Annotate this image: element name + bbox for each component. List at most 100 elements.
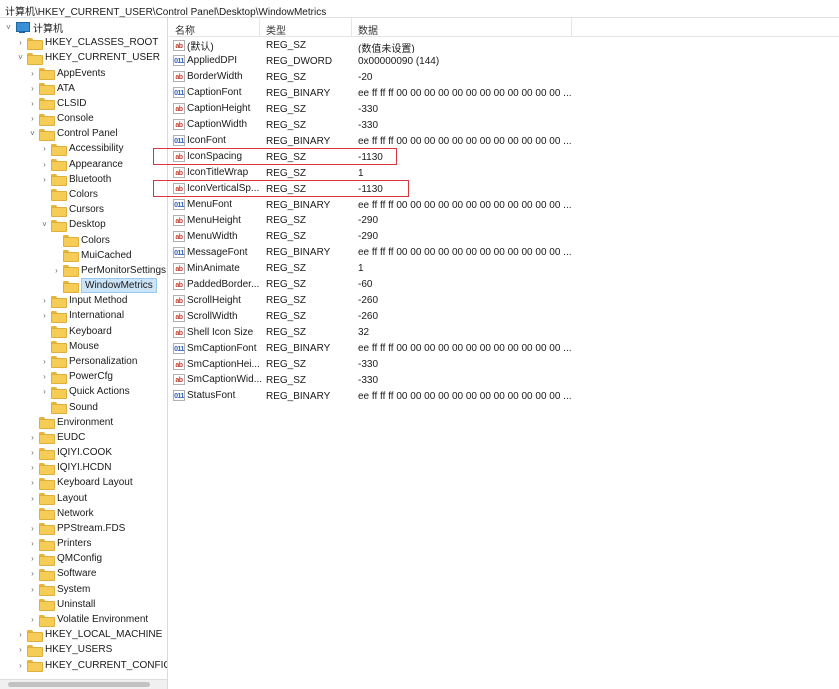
address-bar[interactable]: 计算机\HKEY_CURRENT_USER\Control Panel\Desk… xyxy=(0,0,839,18)
chevron-right-icon[interactable]: › xyxy=(28,536,37,551)
chevron-right-icon[interactable]: › xyxy=(40,157,49,172)
tree-item[interactable]: › ATA xyxy=(28,81,75,96)
tree-item[interactable]: › PowerCfg xyxy=(40,369,113,384)
value-row[interactable]: 011 CaptionFont REG_BINARY ee ff ff ff 00 0… xyxy=(169,85,839,101)
scrollbar-thumb[interactable] xyxy=(8,682,150,687)
chevron-right-icon[interactable]: › xyxy=(40,172,49,187)
tree-item[interactable]: › PPStream.FDS xyxy=(28,521,125,536)
tree-horizontal-scrollbar[interactable] xyxy=(0,679,167,689)
tree-item[interactable]: Environment xyxy=(28,415,113,430)
tree-item[interactable]: › EUDC xyxy=(28,430,85,445)
tree-item[interactable]: ˅ HKEY_CURRENT_USER xyxy=(16,50,160,65)
chevron-right-icon[interactable]: › xyxy=(28,475,37,490)
tree-item[interactable]: › HKEY_LOCAL_MACHINE xyxy=(16,627,162,642)
tree-item[interactable]: › Layout xyxy=(28,491,87,506)
chevron-right-icon[interactable]: › xyxy=(16,35,25,50)
tree-item[interactable]: Cursors xyxy=(40,202,104,217)
value-row[interactable]: ab (默认) REG_SZ (数值未设置) xyxy=(169,37,839,53)
tree-item[interactable]: Sound xyxy=(40,400,98,415)
chevron-down-icon[interactable]: ˅ xyxy=(4,20,13,35)
column-header-data[interactable]: 数据 xyxy=(352,18,572,37)
tree-item[interactable]: › QMConfig xyxy=(28,551,102,566)
chevron-right-icon[interactable]: › xyxy=(40,141,49,156)
chevron-right-icon[interactable]: › xyxy=(28,96,37,111)
tree-item[interactable]: › Printers xyxy=(28,536,91,551)
tree-item[interactable]: › Appearance xyxy=(40,157,123,172)
tree-item[interactable]: Mouse xyxy=(40,339,99,354)
tree-item[interactable]: Keyboard xyxy=(40,324,112,339)
column-header-name[interactable]: 名称 xyxy=(169,18,260,37)
chevron-right-icon[interactable]: › xyxy=(16,627,25,642)
tree-item[interactable]: › Input Method xyxy=(40,293,127,308)
chevron-right-icon[interactable]: › xyxy=(28,430,37,445)
tree-item[interactable]: ˅ 计算机 xyxy=(4,20,63,35)
chevron-right-icon[interactable]: › xyxy=(28,582,37,597)
tree-item[interactable]: › HKEY_CLASSES_ROOT xyxy=(16,35,158,50)
chevron-right-icon[interactable]: › xyxy=(40,293,49,308)
chevron-right-icon[interactable]: › xyxy=(28,111,37,126)
tree-item[interactable]: › HKEY_CURRENT_CONFIG xyxy=(16,658,167,673)
value-row[interactable]: ab MenuWidth REG_SZ -290 xyxy=(169,228,839,244)
value-row[interactable]: ab MenuHeight REG_SZ -290 xyxy=(169,212,839,228)
chevron-right-icon[interactable]: › xyxy=(28,551,37,566)
column-header-type[interactable]: 类型 xyxy=(260,18,352,37)
chevron-right-icon[interactable]: › xyxy=(52,263,61,278)
value-row[interactable]: ab SmCaptionWid... REG_SZ -330 xyxy=(169,372,839,388)
chevron-right-icon[interactable]: › xyxy=(28,521,37,536)
chevron-right-icon[interactable]: › xyxy=(28,612,37,627)
value-row[interactable]: ab Shell Icon Size REG_SZ 32 xyxy=(169,324,839,340)
chevron-right-icon[interactable]: › xyxy=(16,642,25,657)
value-row[interactable]: ab SmCaptionHei... REG_SZ -330 xyxy=(169,356,839,372)
value-row[interactable]: 011 MenuFont REG_BINARY ee ff ff ff 00 00 0… xyxy=(169,197,839,213)
tree-item[interactable]: Colors xyxy=(52,233,110,248)
chevron-down-icon[interactable]: ˅ xyxy=(16,50,25,65)
tree-item[interactable]: ˅ Control Panel xyxy=(28,126,118,141)
value-row[interactable]: ab ScrollHeight REG_SZ -260 xyxy=(169,292,839,308)
value-row[interactable]: ab MinAnimate REG_SZ 1 xyxy=(169,260,839,276)
chevron-right-icon[interactable]: › xyxy=(28,491,37,506)
chevron-right-icon[interactable]: › xyxy=(40,384,49,399)
chevron-right-icon[interactable]: › xyxy=(40,369,49,384)
chevron-right-icon[interactable]: › xyxy=(28,566,37,581)
tree-item[interactable]: MuiCached xyxy=(52,248,132,263)
registry-tree[interactable]: ˅ 计算机 › HKEY_CLASSES_ROOT ˅ HKEY_CURRENT_USER… xyxy=(0,18,168,689)
values-list[interactable]: 名称 类型 数据 ab (默认) REG_SZ (数值未设置) 011 AppliedDP… xyxy=(153,18,839,689)
tree-item[interactable]: › Volatile Environment xyxy=(28,612,148,627)
chevron-right-icon[interactable]: › xyxy=(40,354,49,369)
tree-item[interactable]: › Keyboard Layout xyxy=(28,475,133,490)
value-row[interactable]: 011 AppliedDPI REG_DWORD 0x00000090 (144) xyxy=(169,53,839,69)
chevron-right-icon[interactable]: › xyxy=(28,460,37,475)
value-row[interactable]: 011 IconFont REG_BINARY ee ff ff ff 00 00 0… xyxy=(169,133,839,149)
tree-item[interactable]: › IQIYI.HCDN xyxy=(28,460,111,475)
tree-item[interactable]: › CLSID xyxy=(28,96,86,111)
value-row[interactable]: ab IconTitleWrap REG_SZ 1 xyxy=(169,165,839,181)
tree-item[interactable]: › Bluetooth xyxy=(40,172,111,187)
chevron-right-icon[interactable]: › xyxy=(28,81,37,96)
value-row[interactable]: ab PaddedBorder... REG_SZ -60 xyxy=(169,276,839,292)
tree-item[interactable]: Colors xyxy=(40,187,98,202)
tree-item[interactable]: › AppEvents xyxy=(28,66,105,81)
tree-item[interactable]: ˅ Desktop xyxy=(40,217,106,232)
chevron-down-icon[interactable]: ˅ xyxy=(28,126,37,141)
value-row[interactable]: 011 StatusFont REG_BINARY ee ff ff ff 00 00… xyxy=(169,388,839,404)
tree-item[interactable]: › Console xyxy=(28,111,94,126)
chevron-right-icon[interactable]: › xyxy=(28,445,37,460)
tree-item[interactable]: › International xyxy=(40,308,124,323)
tree-item[interactable]: Uninstall xyxy=(28,597,95,612)
tree-item[interactable]: Network xyxy=(28,506,94,521)
tree-item[interactable]: › Personalization xyxy=(40,354,137,369)
value-row[interactable]: ab CaptionWidth REG_SZ -330 xyxy=(169,117,839,133)
value-row[interactable]: 011 SmCaptionFont REG_BINARY ee ff ff ff 00… xyxy=(169,340,839,356)
tree-item[interactable]: WindowMetrics xyxy=(52,278,157,294)
tree-item[interactable]: › System xyxy=(28,582,90,597)
tree-item[interactable]: › Quick Actions xyxy=(40,384,130,399)
tree-item[interactable]: › IQIYI.COOK xyxy=(28,445,112,460)
tree-item[interactable]: › PerMonitorSettings xyxy=(52,263,166,278)
chevron-down-icon[interactable]: ˅ xyxy=(40,217,49,232)
chevron-right-icon[interactable]: › xyxy=(16,658,25,673)
value-row[interactable]: ab ScrollWidth REG_SZ -260 xyxy=(169,308,839,324)
tree-item[interactable]: › HKEY_USERS xyxy=(16,642,112,657)
chevron-right-icon[interactable]: › xyxy=(28,66,37,81)
tree-item[interactable]: › Software xyxy=(28,566,96,581)
chevron-right-icon[interactable]: › xyxy=(40,308,49,323)
